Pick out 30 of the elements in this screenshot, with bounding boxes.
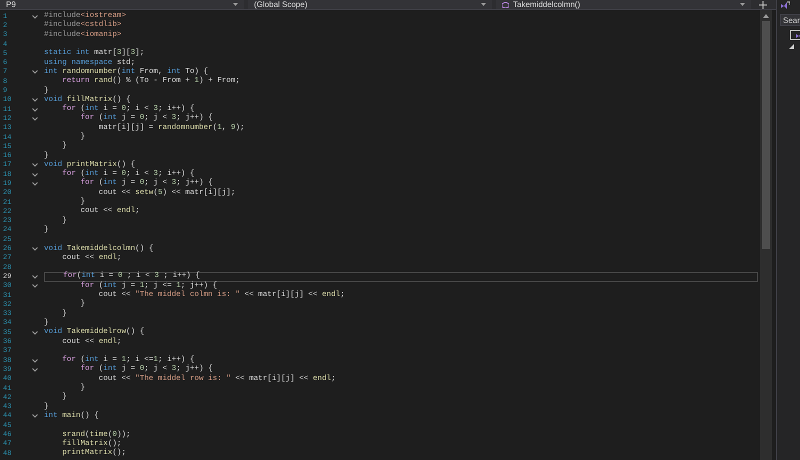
solution-icon[interactable]	[780, 1, 790, 10]
method-icon	[502, 2, 509, 8]
add-icon[interactable]	[759, 0, 767, 8]
scope-dropdown[interactable]: (Global Scope)	[248, 0, 492, 9]
caret-icon	[740, 3, 745, 6]
chevron-icon[interactable]	[32, 182, 38, 186]
caret-icon	[233, 3, 238, 6]
chevron-icon[interactable]	[32, 330, 38, 335]
file-dropdown[interactable]: P9	[0, 0, 244, 9]
up-arrow-icon[interactable]	[763, 14, 769, 18]
chevron-icon[interactable]	[32, 172, 38, 177]
chevron-icon[interactable]	[32, 414, 38, 418]
search-field[interactable]: Sear	[780, 14, 800, 26]
chevron-icon[interactable]	[32, 247, 38, 252]
chevron-icon[interactable]	[32, 163, 38, 168]
chevron-icon[interactable]	[32, 368, 38, 372]
chevron-icon[interactable]	[32, 116, 38, 121]
chevron-icon[interactable]	[32, 98, 38, 102]
chevron-icon[interactable]	[32, 358, 38, 363]
vertical-scrollbar[interactable]	[760, 10, 772, 460]
chevron-icon[interactable]	[32, 284, 38, 288]
scrollbar-thumb[interactable]	[762, 21, 770, 249]
caret-icon	[481, 3, 486, 6]
project-icon[interactable]	[790, 30, 800, 40]
chevron-icon[interactable]	[32, 274, 38, 279]
expand-triangle-icon[interactable]	[789, 44, 794, 49]
chevron-icon[interactable]	[32, 14, 38, 19]
member-dropdown[interactable]: Takemiddelcolmn()	[496, 0, 751, 9]
chevron-icon[interactable]	[32, 108, 38, 112]
chevron-icon[interactable]	[32, 70, 38, 74]
